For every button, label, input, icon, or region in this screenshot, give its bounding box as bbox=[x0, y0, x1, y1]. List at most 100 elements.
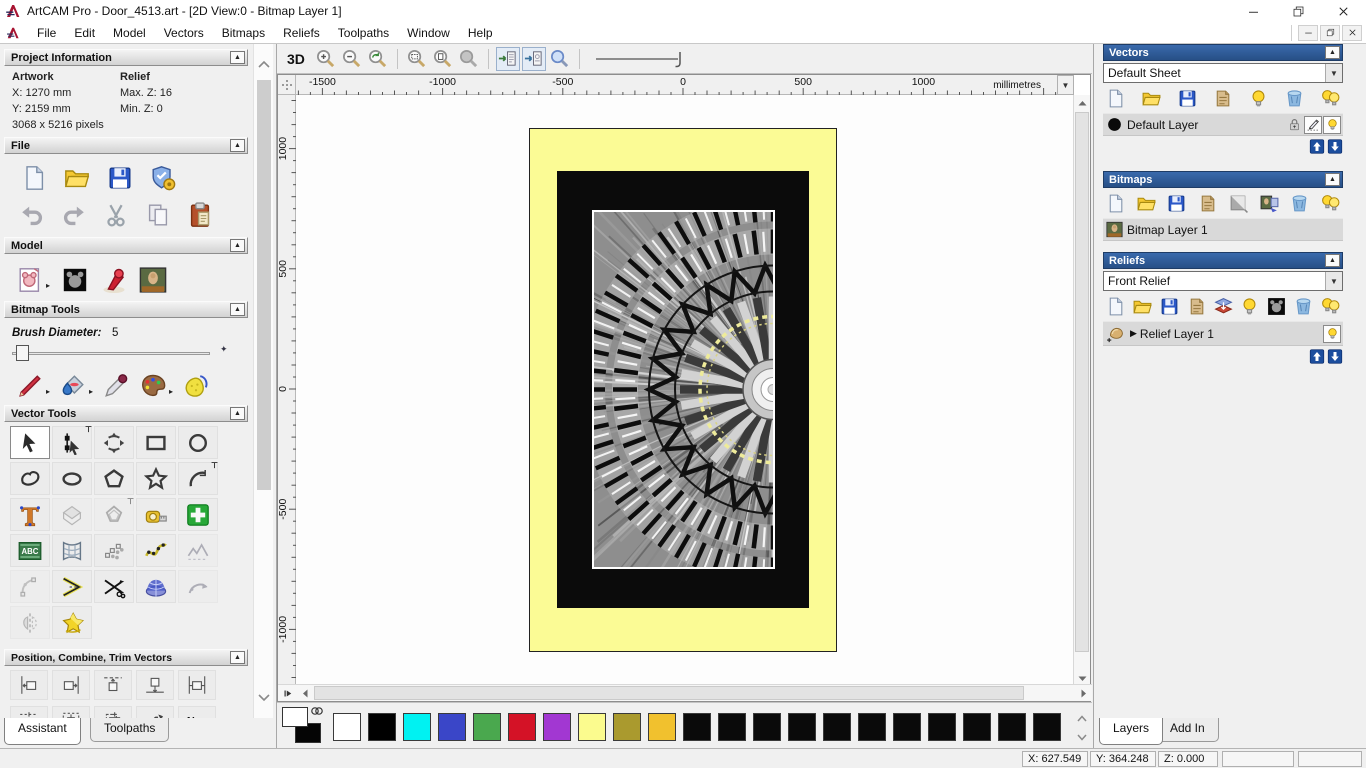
align-bottom-edge-button[interactable] bbox=[136, 670, 174, 700]
collapse-button[interactable]: ▲ bbox=[1325, 46, 1340, 59]
move-layer-up-button[interactable] bbox=[1309, 139, 1325, 154]
tab-assistant[interactable]: Assistant bbox=[4, 718, 81, 745]
colour-picker-button[interactable] bbox=[102, 372, 130, 400]
primary-colour-indicator[interactable] bbox=[282, 707, 308, 727]
palette-swatch[interactable] bbox=[403, 713, 431, 741]
block-copy-button[interactable] bbox=[52, 498, 92, 531]
convert-bitmap-button[interactable] bbox=[1259, 193, 1280, 214]
palette-swatch[interactable] bbox=[578, 713, 606, 741]
scroll-left-button[interactable] bbox=[296, 685, 314, 701]
merge-layers-button[interactable] bbox=[1212, 88, 1233, 109]
chevron-down-icon[interactable]: ▼ bbox=[1325, 64, 1342, 82]
expand-arrow-icon[interactable]: ▶ bbox=[1130, 328, 1137, 339]
close-button[interactable] bbox=[1321, 0, 1366, 22]
toggle-all-visibility-button[interactable] bbox=[1320, 88, 1341, 109]
colour-link-icon[interactable] bbox=[310, 705, 324, 717]
brush-diameter-slider-thumb[interactable] bbox=[16, 345, 29, 361]
scrollbar-thumb[interactable] bbox=[1075, 112, 1089, 652]
tab-toolpaths[interactable]: Toolpaths bbox=[90, 718, 170, 742]
align-top-edge-button[interactable] bbox=[94, 670, 132, 700]
zoom-last-button[interactable] bbox=[366, 47, 390, 71]
new-model-button[interactable] bbox=[20, 164, 48, 192]
greyscale-model-button[interactable] bbox=[1266, 296, 1287, 317]
collapse-button[interactable]: ▲ bbox=[1325, 254, 1340, 267]
vector-sheet-select[interactable]: Default Sheet ▼ bbox=[1103, 63, 1343, 83]
door-artwork-yellow-border[interactable] bbox=[529, 128, 837, 652]
bitmaps-header[interactable]: Bitmaps ▲ bbox=[1103, 171, 1343, 188]
merge-layers-button[interactable] bbox=[1186, 296, 1207, 317]
zoom-out-button[interactable] bbox=[340, 47, 364, 71]
free-form-button[interactable] bbox=[178, 570, 218, 603]
undo-button[interactable] bbox=[18, 201, 46, 229]
simplify-vectors-button[interactable] bbox=[178, 534, 218, 567]
redo-button[interactable] bbox=[60, 201, 88, 229]
vector-doctor-button[interactable] bbox=[178, 498, 218, 531]
palette-swatch[interactable] bbox=[473, 713, 501, 741]
align-centre-width-button[interactable] bbox=[178, 670, 216, 700]
cut-button[interactable] bbox=[102, 201, 130, 229]
palette-swatch[interactable] bbox=[1033, 713, 1061, 741]
measure-button[interactable] bbox=[136, 498, 176, 531]
delete-layer-button[interactable] bbox=[1293, 296, 1314, 317]
reliefs-header[interactable]: Reliefs ▲ bbox=[1103, 252, 1343, 269]
toggle-bitmap-view-button[interactable] bbox=[495, 46, 520, 71]
collapse-button[interactable]: ▲ bbox=[1325, 173, 1340, 186]
delete-layer-button[interactable] bbox=[1289, 193, 1310, 214]
layer-visibility-button[interactable] bbox=[1323, 115, 1341, 134]
save-model-button[interactable] bbox=[106, 164, 134, 192]
paste-button[interactable] bbox=[186, 201, 214, 229]
toggle-visibility-button[interactable] bbox=[1239, 296, 1260, 317]
slider-handle-icon[interactable] bbox=[674, 50, 686, 69]
envelope-distortion-button[interactable] bbox=[52, 534, 92, 567]
create-polyline-button[interactable] bbox=[10, 462, 50, 495]
open-layer-button[interactable] bbox=[1136, 193, 1157, 214]
set-lighting-button[interactable] bbox=[100, 266, 128, 294]
horizontal-scrollbar[interactable] bbox=[278, 684, 1092, 701]
zoom-in-button[interactable] bbox=[314, 47, 338, 71]
position-header[interactable]: Position, Combine, Trim Vectors ▲ bbox=[4, 649, 248, 666]
greyscale-preview-button[interactable] bbox=[1228, 193, 1249, 214]
menu-help[interactable]: Help bbox=[459, 23, 502, 43]
palette-swatch[interactable] bbox=[508, 713, 536, 741]
create-star-button[interactable] bbox=[136, 462, 176, 495]
door-artwork-black-panel[interactable] bbox=[557, 171, 809, 608]
open-layer-button[interactable] bbox=[1132, 296, 1153, 317]
vector-tools-header[interactable]: Vector Tools ▲ bbox=[4, 405, 248, 422]
offset-vector-button[interactable]: ⊤ bbox=[94, 497, 134, 531]
toggle-all-visibility-button[interactable] bbox=[1320, 296, 1341, 317]
bitmap-layer-row[interactable]: Bitmap Layer 1 bbox=[1103, 218, 1343, 241]
scroll-up-button[interactable] bbox=[254, 56, 274, 72]
select-button[interactable] bbox=[10, 426, 50, 459]
palette-swatch[interactable] bbox=[333, 713, 361, 741]
palette-swatch[interactable] bbox=[543, 713, 571, 741]
create-arc-button[interactable]: ⊤ bbox=[178, 461, 218, 495]
interrogate-button[interactable] bbox=[548, 47, 572, 71]
palette-swatch[interactable] bbox=[893, 713, 921, 741]
flyout-arrow-icon[interactable]: ▸ bbox=[46, 387, 50, 396]
palette-scroll-up-button[interactable] bbox=[1074, 709, 1090, 728]
chevron-down-icon[interactable]: ▼ bbox=[1325, 272, 1342, 290]
paint-brush-button[interactable]: ▸ bbox=[16, 372, 50, 400]
palette-swatch[interactable] bbox=[998, 713, 1026, 741]
palette-swatch[interactable] bbox=[858, 713, 886, 741]
node-editing-button[interactable]: ⊤ bbox=[52, 425, 92, 459]
save-layer-button[interactable] bbox=[1166, 193, 1187, 214]
tab-layers[interactable]: Layers bbox=[1099, 718, 1164, 745]
save-layer-button[interactable] bbox=[1159, 296, 1180, 317]
layer-colour-icon[interactable] bbox=[1106, 116, 1123, 133]
mdi-minimize-button[interactable] bbox=[1298, 24, 1318, 41]
scrollbar-thumb[interactable] bbox=[314, 686, 1024, 700]
menu-reliefs[interactable]: Reliefs bbox=[274, 23, 329, 43]
menu-model[interactable]: Model bbox=[104, 23, 155, 43]
file-header[interactable]: File ▲ bbox=[4, 137, 248, 154]
zoom-drawing-button[interactable] bbox=[431, 47, 455, 71]
collapse-button[interactable]: ▲ bbox=[230, 51, 245, 64]
toolbar-slider[interactable] bbox=[595, 49, 691, 69]
palette-swatch[interactable] bbox=[718, 713, 746, 741]
combine-layers-button[interactable] bbox=[1213, 296, 1234, 317]
scroll-up-button[interactable] bbox=[1074, 95, 1090, 111]
assistant-scrollbar[interactable] bbox=[253, 44, 273, 718]
relief-layer-row[interactable]: ▶ Relief Layer 1 bbox=[1103, 321, 1343, 346]
mdi-restore-button[interactable] bbox=[1320, 24, 1340, 41]
toggle-vector-view-button[interactable] bbox=[521, 46, 546, 71]
